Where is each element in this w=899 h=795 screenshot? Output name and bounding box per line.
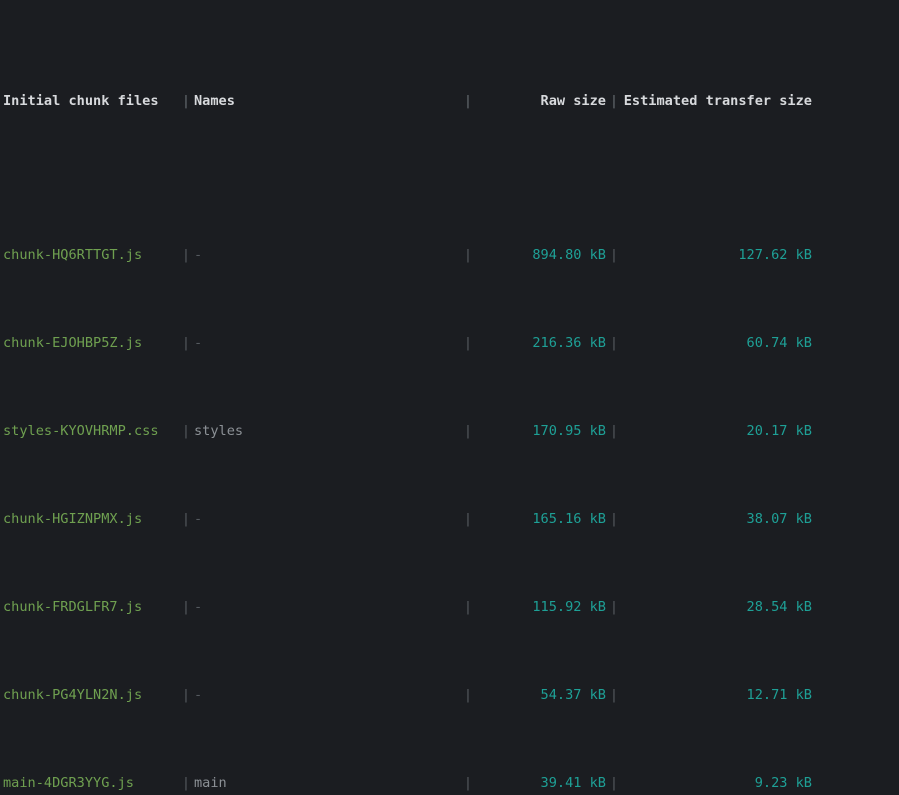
chunk-file-name: chunk-FRDGLFR7.js	[3, 599, 143, 615]
chunk-bundle-name: -	[194, 247, 203, 263]
column-separator: |	[609, 687, 619, 703]
chunk-row: chunk-PG4YLN2N.js | - | 54.37 kB | 12.71…	[3, 684, 899, 706]
column-separator: |	[463, 687, 473, 703]
column-separator: |	[181, 93, 191, 109]
column-separator: |	[181, 423, 191, 439]
column-separator: |	[181, 511, 191, 527]
column-separator: |	[609, 247, 619, 263]
header-names: Names	[194, 93, 235, 109]
chunk-row: chunk-FRDGLFR7.js | - | 115.92 kB | 28.5…	[3, 596, 899, 618]
chunk-row: chunk-EJOHBP5Z.js | - | 216.36 kB | 60.7…	[3, 332, 899, 354]
column-separator: |	[609, 93, 619, 109]
column-separator: |	[609, 599, 619, 615]
chunk-bundle-name: main	[194, 775, 227, 791]
chunk-raw-size: 894.80 kB	[532, 247, 606, 263]
chunk-transfer-size: 12.71 kB	[746, 687, 812, 703]
column-separator: |	[181, 775, 191, 791]
header-raw-size: Raw size	[540, 93, 606, 109]
chunk-transfer-size: 60.74 kB	[746, 335, 812, 351]
chunk-rows-container: chunk-HQ6RTTGT.js | - | 894.80 kB | 127.…	[3, 200, 899, 795]
chunk-raw-size: 165.16 kB	[532, 511, 606, 527]
chunk-transfer-size: 20.17 kB	[746, 423, 812, 439]
chunk-raw-size: 54.37 kB	[540, 687, 606, 703]
chunk-bundle-name: styles	[194, 423, 244, 439]
chunk-file-name: chunk-EJOHBP5Z.js	[3, 335, 143, 351]
chunk-file-name: chunk-PG4YLN2N.js	[3, 687, 143, 703]
chunk-row: chunk-HQ6RTTGT.js | - | 894.80 kB | 127.…	[3, 244, 899, 266]
chunk-raw-size: 216.36 kB	[532, 335, 606, 351]
column-separator: |	[463, 247, 473, 263]
chunk-row: chunk-HGIZNPMX.js | - | 165.16 kB | 38.0…	[3, 508, 899, 530]
column-separator: |	[463, 599, 473, 615]
chunk-raw-size: 170.95 kB	[532, 423, 606, 439]
column-separator: |	[463, 775, 473, 791]
column-separator: |	[181, 687, 191, 703]
chunk-row: main-4DGR3YYG.js | main | 39.41 kB | 9.2…	[3, 772, 899, 794]
chunk-file-name: chunk-HGIZNPMX.js	[3, 511, 143, 527]
chunk-row: styles-KYOVHRMP.css | styles | 170.95 kB…	[3, 420, 899, 442]
column-separator: |	[463, 511, 473, 527]
chunk-file-name: main-4DGR3YYG.js	[3, 775, 134, 791]
header-initial-chunk-files: Initial chunk files	[3, 93, 159, 109]
column-separator: |	[609, 775, 619, 791]
chunk-bundle-name: -	[194, 599, 203, 615]
table-header-row: Initial chunk files | Names | Raw size |…	[3, 90, 899, 112]
chunk-bundle-name: -	[194, 511, 203, 527]
chunk-transfer-size: 127.62 kB	[738, 247, 812, 263]
terminal-output[interactable]: Initial chunk files | Names | Raw size |…	[0, 0, 899, 795]
chunk-raw-size: 39.41 kB	[540, 775, 606, 791]
chunk-bundle-name: -	[194, 335, 203, 351]
column-separator: |	[609, 423, 619, 439]
chunk-raw-size: 115.92 kB	[532, 599, 606, 615]
chunk-transfer-size: 9.23 kB	[754, 775, 812, 791]
column-separator: |	[463, 335, 473, 351]
chunk-bundle-name: -	[194, 687, 203, 703]
chunk-file-name: styles-KYOVHRMP.css	[3, 423, 159, 439]
column-separator: |	[181, 335, 191, 351]
column-separator: |	[181, 599, 191, 615]
column-separator: |	[609, 335, 619, 351]
column-separator: |	[609, 511, 619, 527]
column-separator: |	[181, 247, 191, 263]
chunk-transfer-size: 38.07 kB	[746, 511, 812, 527]
column-separator: |	[463, 93, 473, 109]
header-estimated-transfer-size: Estimated transfer size	[623, 93, 812, 109]
chunk-transfer-size: 28.54 kB	[746, 599, 812, 615]
chunk-file-name: chunk-HQ6RTTGT.js	[3, 247, 143, 263]
column-separator: |	[463, 423, 473, 439]
